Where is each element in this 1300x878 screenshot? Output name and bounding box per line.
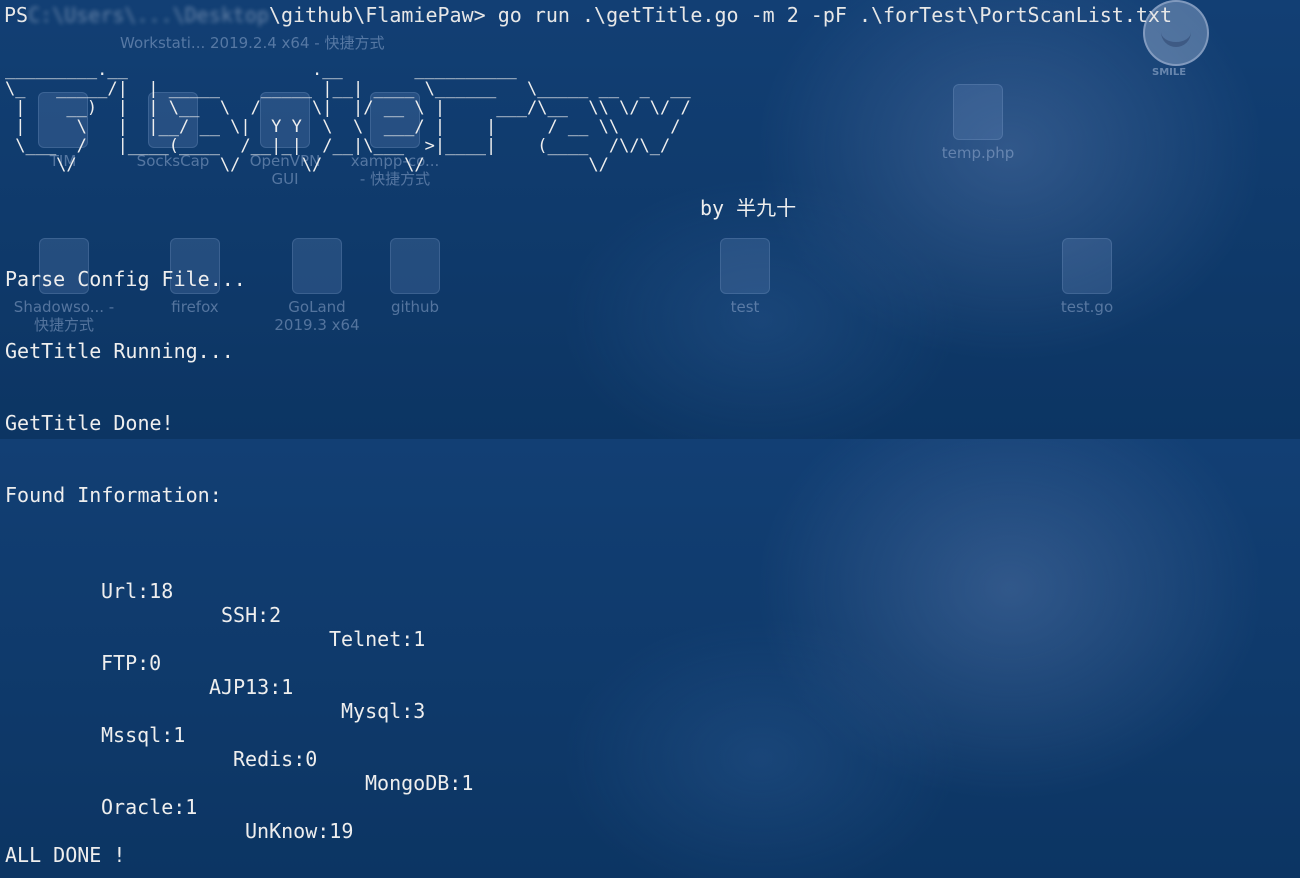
- terminal-prompt-line: PSC:\Users\...\Desktop\github\FlamiePaw>…: [4, 3, 1172, 27]
- flamiepaw-ascii-banner: _________.__ .__ __________ \_ _____/| |…: [5, 60, 691, 175]
- prompt-prefix: PS: [4, 3, 29, 27]
- desktop-icon-test-go: test.go: [1042, 238, 1132, 316]
- desktop-icon-github: github: [370, 238, 460, 316]
- go-file-icon: [1062, 238, 1112, 294]
- stat-url: Url:18: [101, 579, 174, 603]
- stat-telnet: Telnet:1: [329, 627, 426, 651]
- php-file-icon: [953, 84, 1003, 140]
- stats-row-3: Mssql:1 Redis:0 MongoDB:1: [5, 699, 473, 795]
- log-line-all-done: ALL DONE !: [5, 843, 126, 867]
- terminal-output: Parse Config File... GetTitle Running...…: [5, 219, 473, 878]
- desktop-icon-test: test: [700, 238, 790, 316]
- desktop-icon-workstation: Workstati... 2019.2.4 x64 - 快捷方式: [120, 34, 385, 52]
- stat-mongodb: MongoDB:1: [365, 771, 474, 795]
- log-line-found-information: Found Information:: [5, 483, 222, 507]
- stats-row-4: Oracle:1 UnKnow:19: [5, 771, 353, 843]
- log-line-parse-config: Parse Config File...: [5, 267, 246, 291]
- stat-mysql: Mysql:3: [341, 699, 426, 723]
- stats-row-2: FTP:0 AJP13:1 Mysql:3: [5, 627, 425, 723]
- stat-oracle: Oracle:1: [101, 795, 198, 819]
- log-line-done: GetTitle Done!: [5, 411, 174, 435]
- stat-mssql: Mssql:1: [101, 723, 186, 747]
- desktop-icon-temp-php: temp.php: [928, 84, 1028, 162]
- stat-unknow: UnKnow:19: [245, 819, 354, 843]
- prompt-blurred-path: C:\Users\...\Desktop: [28, 3, 269, 27]
- stat-ftp: FTP:0: [101, 651, 162, 675]
- prompt-command: go run .\getTitle.go -m 2 -pF .\forTest\…: [497, 3, 1173, 27]
- desktop-icon-goland: GoLand 2019.3 x64: [262, 238, 372, 334]
- banner-author: by 半九十: [700, 196, 797, 220]
- goland-app-icon: [292, 238, 342, 294]
- prompt-path: \github\FlamiePaw>: [268, 3, 486, 27]
- stat-ajp13: AJP13:1: [209, 675, 294, 699]
- log-line-running: GetTitle Running...: [5, 339, 234, 363]
- stats-row-1: Url:18 SSH:2 Telnet:1: [5, 555, 425, 651]
- stat-ssh: SSH:2: [221, 603, 282, 627]
- stat-redis: Redis:0: [233, 747, 318, 771]
- file-icon: [720, 238, 770, 294]
- folder-icon: [390, 238, 440, 294]
- smile-badge-label: SMILE: [1152, 67, 1187, 78]
